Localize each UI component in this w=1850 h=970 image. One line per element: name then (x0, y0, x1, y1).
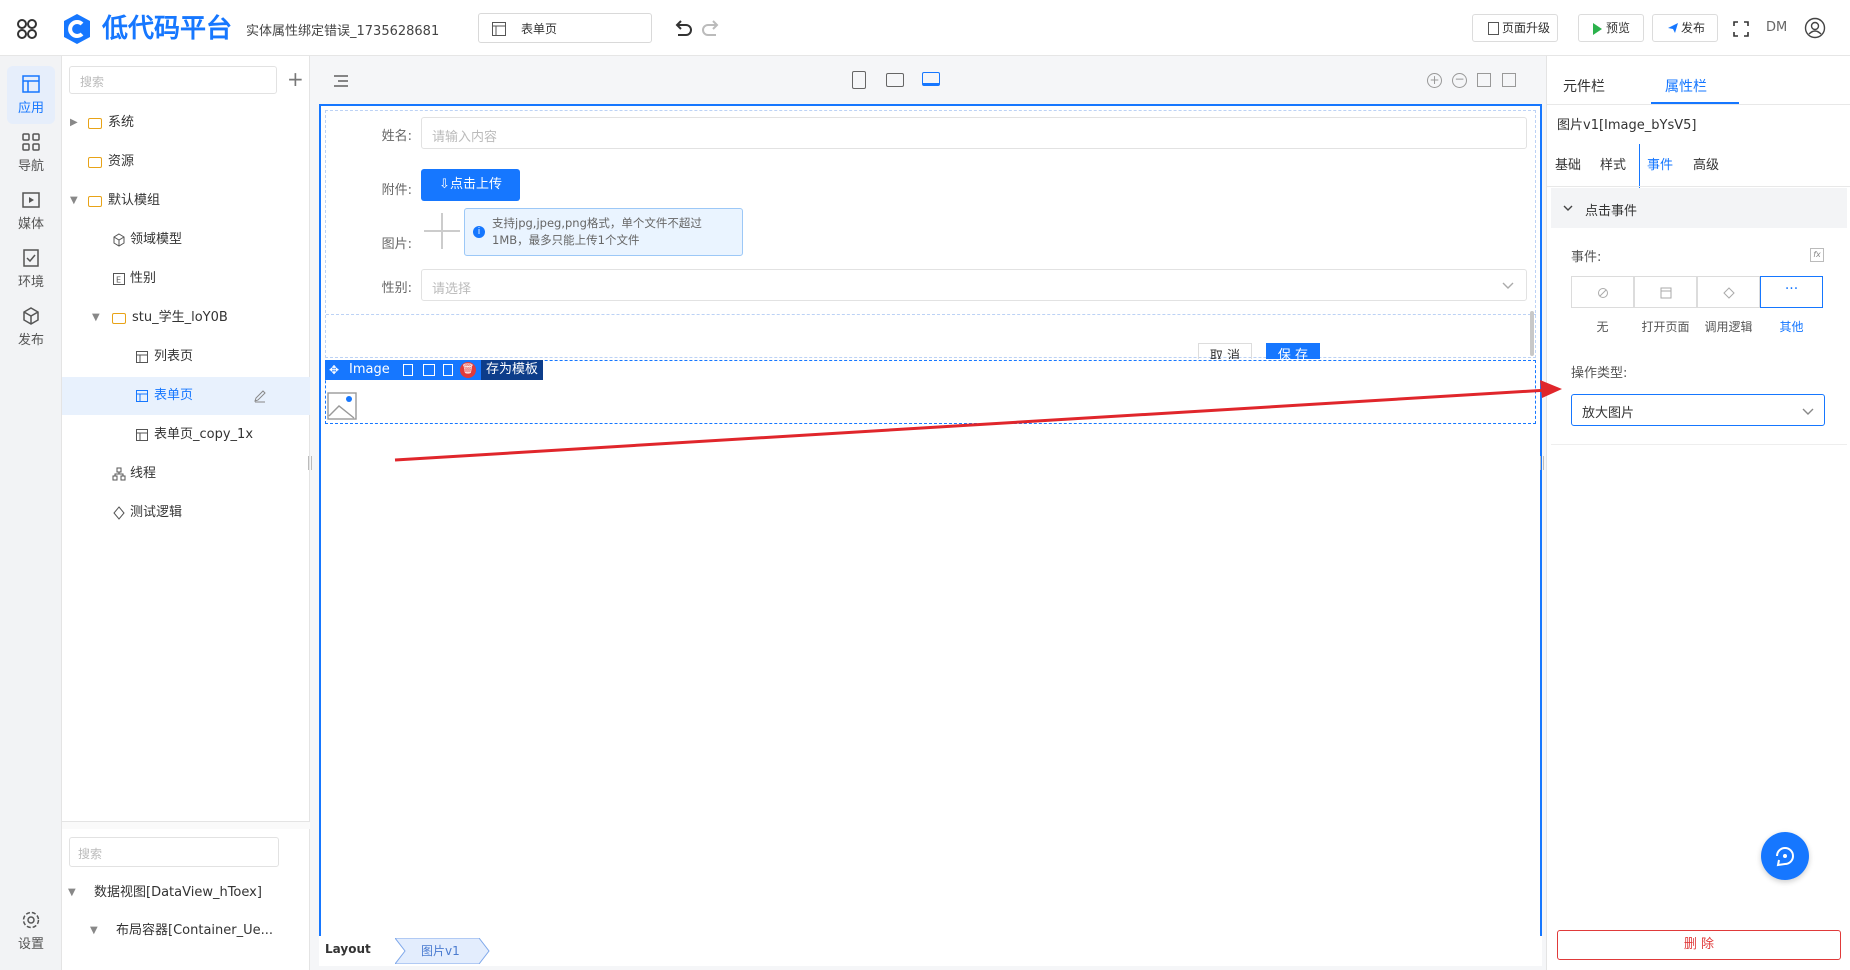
annotation-arrow (394, 380, 1562, 462)
